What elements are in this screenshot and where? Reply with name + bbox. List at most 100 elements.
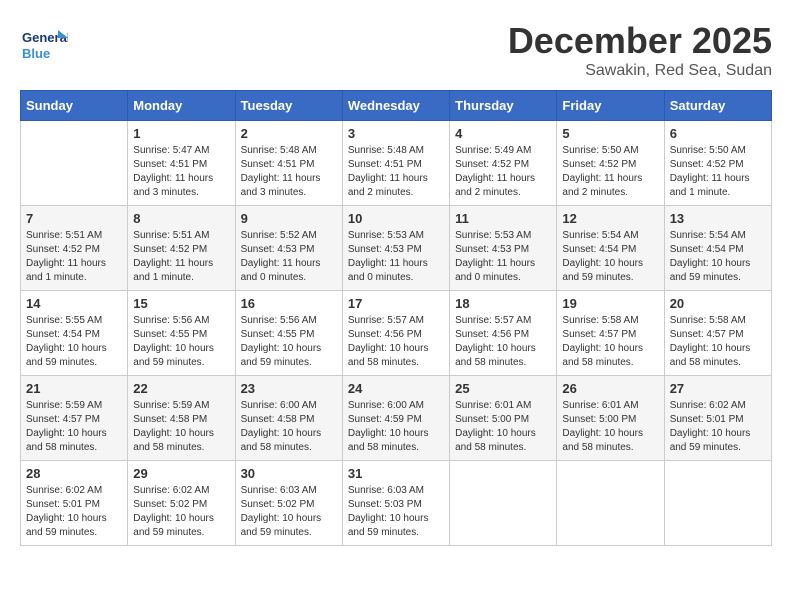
calendar-cell: 6 Sunrise: 5:50 AM Sunset: 4:52 PM Daylig… [664,121,771,206]
day-info: Sunrise: 5:51 AM Sunset: 4:52 PM Dayligh… [26,229,122,285]
calendar-cell: 11 Sunrise: 5:53 AM Sunset: 4:53 PM Dayli… [450,206,557,291]
calendar-header-row: SundayMondayTuesdayWednesdayThursdayFrid… [21,91,772,121]
logo-icon: General Blue [20,20,60,60]
day-number: 26 [562,381,658,396]
calendar-cell: 17 Sunrise: 5:57 AM Sunset: 4:56 PM Dayli… [342,291,449,376]
day-number: 11 [455,211,551,226]
day-number: 24 [348,381,444,396]
day-info: Sunrise: 5:50 AM Sunset: 4:52 PM Dayligh… [562,144,658,200]
calendar-cell [21,121,128,206]
calendar-cell: 12 Sunrise: 5:54 AM Sunset: 4:54 PM Dayli… [557,206,664,291]
calendar-cell: 8 Sunrise: 5:51 AM Sunset: 4:52 PM Daylig… [128,206,235,291]
day-info: Sunrise: 5:50 AM Sunset: 4:52 PM Dayligh… [670,144,766,200]
month-title: December 2025 [508,20,772,62]
calendar-week-row: 14 Sunrise: 5:55 AM Sunset: 4:54 PM Dayli… [21,291,772,376]
day-info: Sunrise: 6:02 AM Sunset: 5:01 PM Dayligh… [670,399,766,455]
day-info: Sunrise: 5:48 AM Sunset: 4:51 PM Dayligh… [241,144,337,200]
calendar-cell: 9 Sunrise: 5:52 AM Sunset: 4:53 PM Daylig… [235,206,342,291]
day-of-week-header: Sunday [21,91,128,121]
day-of-week-header: Thursday [450,91,557,121]
calendar-cell: 31 Sunrise: 6:03 AM Sunset: 5:03 PM Dayli… [342,461,449,546]
page-header: General Blue December 2025 Sawakin, Red … [20,20,772,80]
calendar-body: 1 Sunrise: 5:47 AM Sunset: 4:51 PM Daylig… [21,121,772,546]
day-number: 9 [241,211,337,226]
day-number: 19 [562,296,658,311]
day-number: 21 [26,381,122,396]
day-number: 31 [348,466,444,481]
day-info: Sunrise: 6:01 AM Sunset: 5:00 PM Dayligh… [455,399,551,455]
day-info: Sunrise: 6:00 AM Sunset: 4:59 PM Dayligh… [348,399,444,455]
day-number: 29 [133,466,229,481]
calendar-cell: 4 Sunrise: 5:49 AM Sunset: 4:52 PM Daylig… [450,121,557,206]
calendar-cell: 30Sunrise: 6:03 AM Sunset: 5:02 PM Dayli… [235,461,342,546]
day-number: 28 [26,466,122,481]
day-info: Sunrise: 5:54 AM Sunset: 4:54 PM Dayligh… [562,229,658,285]
day-info: Sunrise: 5:56 AM Sunset: 4:55 PM Dayligh… [133,314,229,370]
calendar-cell: 21Sunrise: 5:59 AM Sunset: 4:57 PM Dayli… [21,376,128,461]
day-number: 6 [670,126,766,141]
calendar-cell [557,461,664,546]
day-number: 13 [670,211,766,226]
calendar-cell: 10Sunrise: 5:53 AM Sunset: 4:53 PM Dayli… [342,206,449,291]
day-of-week-header: Wednesday [342,91,449,121]
calendar-cell [664,461,771,546]
svg-text:Blue: Blue [22,46,50,61]
day-number: 2 [241,126,337,141]
calendar-cell: 22Sunrise: 5:59 AM Sunset: 4:58 PM Dayli… [128,376,235,461]
calendar-cell: 7Sunrise: 5:51 AM Sunset: 4:52 PM Daylig… [21,206,128,291]
day-info: Sunrise: 5:53 AM Sunset: 4:53 PM Dayligh… [455,229,551,285]
day-info: Sunrise: 5:57 AM Sunset: 4:56 PM Dayligh… [348,314,444,370]
day-number: 18 [455,296,551,311]
day-number: 25 [455,381,551,396]
day-number: 16 [241,296,337,311]
calendar-week-row: 7Sunrise: 5:51 AM Sunset: 4:52 PM Daylig… [21,206,772,291]
calendar-cell: 14 Sunrise: 5:55 AM Sunset: 4:54 PM Dayli… [21,291,128,376]
day-number: 8 [133,211,229,226]
day-number: 27 [670,381,766,396]
calendar-cell: 3Sunrise: 5:48 AM Sunset: 4:51 PM Daylig… [342,121,449,206]
calendar-week-row: 1 Sunrise: 5:47 AM Sunset: 4:51 PM Daylig… [21,121,772,206]
day-info: Sunrise: 5:49 AM Sunset: 4:52 PM Dayligh… [455,144,551,200]
day-info: Sunrise: 5:54 AM Sunset: 4:54 PM Dayligh… [670,229,766,285]
day-info: Sunrise: 5:57 AM Sunset: 4:56 PM Dayligh… [455,314,551,370]
calendar-cell: 27 Sunrise: 6:02 AM Sunset: 5:01 PM Dayli… [664,376,771,461]
calendar-cell: 24 Sunrise: 6:00 AM Sunset: 4:59 PM Dayli… [342,376,449,461]
calendar-cell: 25 Sunrise: 6:01 AM Sunset: 5:00 PM Dayli… [450,376,557,461]
day-number: 5 [562,126,658,141]
day-info: Sunrise: 5:56 AM Sunset: 4:55 PM Dayligh… [241,314,337,370]
logo: General Blue [20,20,65,60]
day-of-week-header: Friday [557,91,664,121]
day-info: Sunrise: 5:47 AM Sunset: 4:51 PM Dayligh… [133,144,229,200]
calendar-cell [450,461,557,546]
day-info: Sunrise: 5:53 AM Sunset: 4:53 PM Dayligh… [348,229,444,285]
calendar-cell: 19Sunrise: 5:58 AM Sunset: 4:57 PM Dayli… [557,291,664,376]
calendar-cell: 2 Sunrise: 5:48 AM Sunset: 4:51 PM Daylig… [235,121,342,206]
day-of-week-header: Saturday [664,91,771,121]
day-info: Sunrise: 6:00 AM Sunset: 4:58 PM Dayligh… [241,399,337,455]
day-number: 14 [26,296,122,311]
calendar-cell: 5 Sunrise: 5:50 AM Sunset: 4:52 PM Daylig… [557,121,664,206]
calendar-cell: 23 Sunrise: 6:00 AM Sunset: 4:58 PM Dayli… [235,376,342,461]
calendar-cell: 20Sunrise: 5:58 AM Sunset: 4:57 PM Dayli… [664,291,771,376]
calendar-cell: 26 Sunrise: 6:01 AM Sunset: 5:00 PM Dayli… [557,376,664,461]
calendar-cell: 1 Sunrise: 5:47 AM Sunset: 4:51 PM Daylig… [128,121,235,206]
title-block: December 2025 Sawakin, Red Sea, Sudan [508,20,772,80]
day-number: 12 [562,211,658,226]
day-info: Sunrise: 5:52 AM Sunset: 4:53 PM Dayligh… [241,229,337,285]
day-number: 17 [348,296,444,311]
day-number: 23 [241,381,337,396]
day-number: 3 [348,126,444,141]
calendar-week-row: 21Sunrise: 5:59 AM Sunset: 4:57 PM Dayli… [21,376,772,461]
day-number: 1 [133,126,229,141]
location: Sawakin, Red Sea, Sudan [508,62,772,80]
day-info: Sunrise: 6:02 AM Sunset: 5:01 PM Dayligh… [26,484,122,540]
day-of-week-header: Monday [128,91,235,121]
day-info: Sunrise: 5:58 AM Sunset: 4:57 PM Dayligh… [670,314,766,370]
calendar-cell: 18 Sunrise: 5:57 AM Sunset: 4:56 PM Dayli… [450,291,557,376]
day-number: 4 [455,126,551,141]
day-info: Sunrise: 6:03 AM Sunset: 5:03 PM Dayligh… [348,484,444,540]
calendar-cell: 15Sunrise: 5:56 AM Sunset: 4:55 PM Dayli… [128,291,235,376]
day-info: Sunrise: 5:51 AM Sunset: 4:52 PM Dayligh… [133,229,229,285]
day-info: Sunrise: 5:55 AM Sunset: 4:54 PM Dayligh… [26,314,122,370]
day-info: Sunrise: 6:01 AM Sunset: 5:00 PM Dayligh… [562,399,658,455]
